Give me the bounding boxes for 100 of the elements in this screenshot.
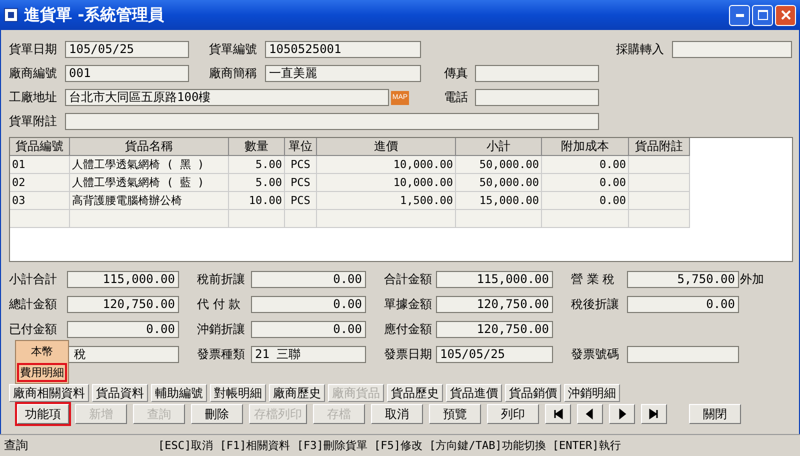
text-field[interactable]: 稅 [67,346,179,363]
nav-button[interactable] [545,404,571,424]
tab[interactable]: 對帳明細 [210,384,266,402]
text-field[interactable]: 120,750.00 [436,321,553,338]
nav-button[interactable] [641,404,667,424]
nav-button[interactable] [577,404,603,424]
toolbar-button[interactable]: 預覽 [429,404,481,424]
table-cell [629,192,690,210]
table-cell: PCS [285,174,317,192]
table-cell: 1,500.00 [317,192,456,210]
text-field[interactable]: 0.00 [251,271,366,288]
table-cell: 0.00 [542,156,629,174]
text-field[interactable]: 120,750.00 [436,296,553,313]
toolbar-button[interactable]: 功能項 [17,404,69,424]
field-label: 稅後折讓 [571,296,620,313]
column-header[interactable]: 貨品名稱 [70,138,229,156]
table-cell: 02 [10,174,70,192]
table-cell: 01 [10,156,70,174]
text-field[interactable]: 120,750.00 [67,296,179,313]
text-field[interactable] [672,41,792,58]
toolbar-button[interactable]: 關閉 [689,404,741,424]
field-label: 廠商簡稱 [209,65,258,82]
text-field[interactable]: 0.00 [251,296,366,313]
table-cell: PCS [285,192,317,210]
text-field[interactable]: 115,000.00 [436,271,553,288]
text-field[interactable]: 0.00 [67,321,179,338]
table-cell [629,174,690,192]
table-cell: 0.00 [542,192,629,210]
text-field[interactable] [65,113,599,130]
table-cell [10,210,70,228]
text-field[interactable]: 0.00 [251,321,366,338]
field-label: 單據金額 [384,296,433,313]
text-field[interactable]: 105/05/25 [65,41,189,58]
tax-mode-label: 外加 [740,271,764,288]
close-icon [780,10,790,20]
field-label: 傳真 [444,65,469,82]
toolbar-button[interactable]: 列印 [487,404,539,424]
field-label: 貨單附註 [9,113,58,130]
field-label: 發票種類 [197,346,246,363]
minimize-button[interactable] [729,4,750,26]
column-header[interactable]: 貨品附註 [629,138,690,156]
toolbar-button[interactable]: 取消 [371,404,423,424]
table-cell [629,210,690,228]
table-cell: 人體工學透氣網椅 ( 藍 ) [70,174,229,192]
tab[interactable]: 貨品資料 [92,384,148,402]
table-cell: 人體工學透氣網椅 ( 黑 ) [70,156,229,174]
field-label: 貨單編號 [209,41,258,58]
table-cell: 50,000.00 [456,174,542,192]
prev-arrow-icon [584,408,596,420]
nav-button[interactable] [609,404,635,424]
table-cell: 5.00 [229,156,285,174]
table-cell: 03 [10,192,70,210]
field-label: 稅前折讓 [197,271,246,288]
field-label: 發票號碼 [571,346,620,363]
first-arrow-icon [552,408,564,420]
window-title: 進貨單 -系統管理員 [24,4,164,26]
field-label: 貨單日期 [9,41,58,58]
text-field[interactable]: 1050525001 [265,41,421,58]
field-label: 應付金額 [384,321,433,338]
text-field[interactable] [475,65,599,82]
text-field[interactable]: 0.00 [627,296,739,313]
field-label: 發票日期 [384,346,433,363]
table-cell: 5.00 [229,174,285,192]
menu-item[interactable]: 本幣 [28,342,56,361]
field-label: 廠商編號 [9,65,58,82]
text-field[interactable]: 一直美麗 [265,65,421,82]
tab[interactable]: 貨品進價 [446,384,502,402]
tab[interactable]: 廠商歷史 [269,384,325,402]
text-field[interactable]: 001 [65,65,189,82]
tab[interactable]: 廠商相關資料 [9,384,89,402]
table-cell [285,210,317,228]
text-field[interactable]: 105/05/25 [436,346,553,363]
field-label: 總計金額 [9,296,58,313]
text-field[interactable]: 115,000.00 [67,271,179,288]
text-field[interactable]: 台北市大同區五原路100樓 [65,89,389,106]
field-label: 代 付 款 [197,296,242,313]
tab[interactable]: 貨品銷價 [505,384,561,402]
field-label: 合計金額 [384,271,433,288]
column-header[interactable]: 附加成本 [542,138,629,156]
text-field[interactable]: 5,750.00 [627,271,739,288]
text-field[interactable] [627,346,739,363]
menu-item[interactable]: 費用明細 [17,363,67,382]
text-field[interactable]: 21 三聯 [251,346,366,363]
text-field[interactable] [475,89,599,106]
column-header[interactable]: 單位 [285,138,317,156]
column-header[interactable]: 小計 [456,138,542,156]
column-header[interactable]: 進價 [317,138,456,156]
column-header[interactable]: 貨品編號 [10,138,70,156]
maximize-button[interactable] [752,4,773,26]
tab[interactable]: 沖銷明細 [564,384,620,402]
field-label: 電話 [444,89,469,106]
tab[interactable]: 貨品歷史 [387,384,443,402]
close-button[interactable] [775,4,796,26]
table-cell: PCS [285,156,317,174]
field-label: 沖銷折讓 [197,321,246,338]
tab[interactable]: 輔助編號 [151,384,207,402]
field-label: 已付金額 [9,321,58,338]
column-header[interactable]: 數量 [229,138,285,156]
toolbar-button[interactable]: 刪除 [191,404,243,424]
status-mode: 查詢 [4,437,29,454]
